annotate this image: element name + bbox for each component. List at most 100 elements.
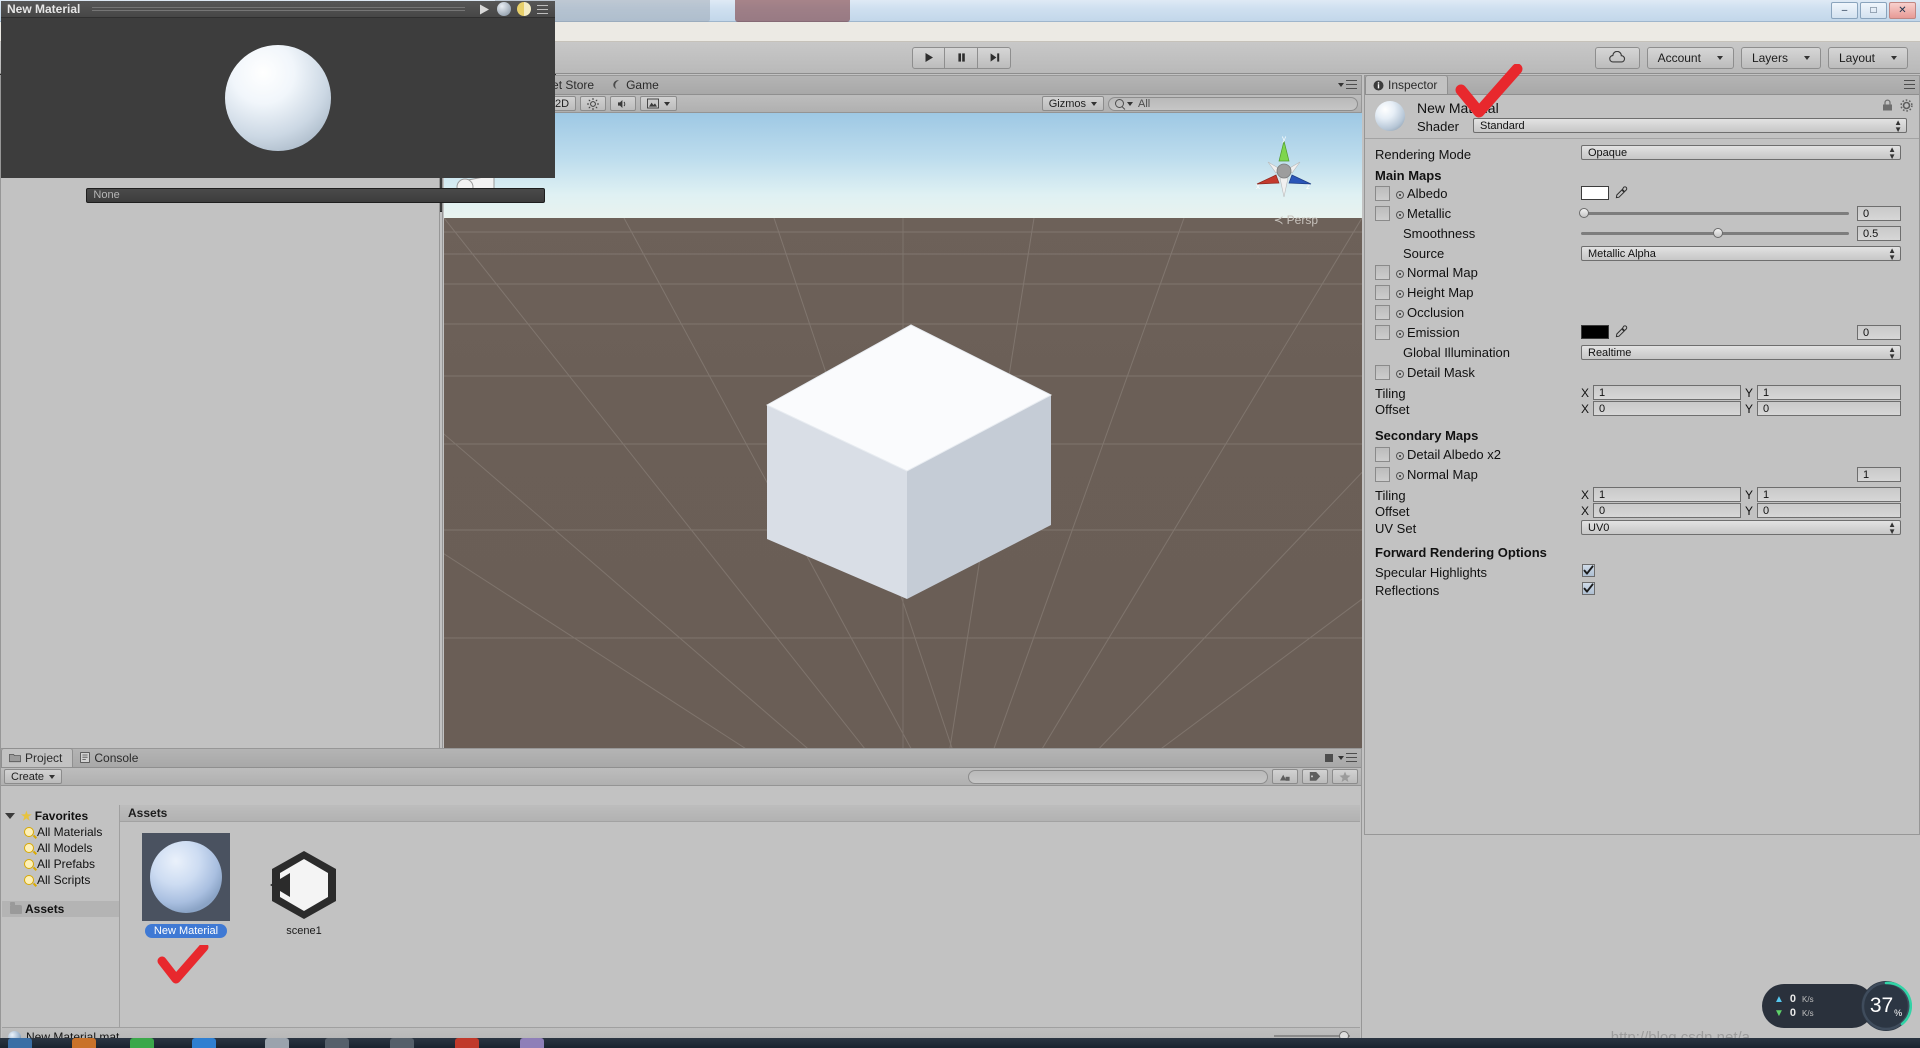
- scene-effects-toggle[interactable]: [640, 96, 678, 111]
- maximize-button[interactable]: □: [1860, 2, 1887, 19]
- assetbundle-dropdown[interactable]: None: [86, 187, 545, 203]
- scene-audio-toggle[interactable]: [610, 96, 637, 111]
- taskbar-item-2[interactable]: [72, 1038, 96, 1048]
- taskbar-item-7[interactable]: [390, 1038, 414, 1048]
- tab-game[interactable]: Game: [604, 75, 669, 94]
- occlusion-texture-slot[interactable]: [1375, 305, 1390, 320]
- minimize-button[interactable]: –: [1831, 2, 1858, 19]
- toggle-dot-icon[interactable]: [1396, 370, 1404, 378]
- uv-set-dropdown[interactable]: UV0 ▲ ▼: [1581, 520, 1901, 535]
- secondary-tiling-y-field[interactable]: 1: [1757, 487, 1901, 502]
- cloud-services-button[interactable]: [1594, 46, 1640, 69]
- project-assets-folder[interactable]: Assets: [2, 901, 119, 917]
- source-dropdown[interactable]: Metallic Alpha ▲ ▼: [1581, 246, 1901, 261]
- tiling-x-field[interactable]: 1: [1593, 385, 1741, 400]
- hamburger-icon[interactable]: [537, 4, 548, 14]
- expand-triangle-icon[interactable]: [5, 813, 15, 819]
- smoothness-slider-knob[interactable]: [1713, 228, 1723, 238]
- normal-map-texture-slot[interactable]: [1375, 265, 1390, 280]
- project-asset-grid[interactable]: Assets New Material scene1: [120, 805, 1360, 1027]
- taskbar-item-6[interactable]: [325, 1038, 349, 1048]
- secondary-offset-x-field[interactable]: 0: [1593, 503, 1741, 518]
- scene-viewport[interactable]: y x z ≺ Persp: [444, 113, 1362, 754]
- project-panel-menu[interactable]: [1325, 753, 1357, 762]
- toggle-dot-icon[interactable]: [1396, 211, 1404, 219]
- secondary-tiling-x-field[interactable]: 1: [1593, 487, 1741, 502]
- metallic-slider-track[interactable]: [1581, 212, 1849, 215]
- specular-highlights-checkbox[interactable]: [1582, 564, 1595, 577]
- emission-value-field[interactable]: 0: [1857, 325, 1901, 340]
- shader-dropdown[interactable]: Standard ▲ ▼: [1473, 118, 1907, 133]
- project-favorite-all-prefabs[interactable]: All Prefabs: [2, 856, 119, 872]
- metallic-slider-knob[interactable]: [1579, 208, 1589, 218]
- taskbar-item-8[interactable]: [455, 1038, 479, 1048]
- project-favorites-root[interactable]: ★ Favorites: [2, 808, 119, 824]
- reflections-checkbox[interactable]: [1582, 582, 1595, 595]
- scene-lighting-toggle[interactable]: [580, 96, 607, 111]
- play-preview-icon[interactable]: [477, 3, 491, 16]
- scene-projection-label[interactable]: ≺ Persp: [1274, 213, 1318, 227]
- account-dropdown[interactable]: Account: [1646, 46, 1734, 69]
- play-button[interactable]: [912, 46, 945, 69]
- maximize-panel-icon[interactable]: [1325, 753, 1333, 762]
- taskbar-item-3[interactable]: [130, 1038, 154, 1048]
- toggle-dot-icon[interactable]: [1396, 191, 1404, 199]
- toggle-dot-icon[interactable]: [1396, 290, 1404, 298]
- emission-texture-slot[interactable]: [1375, 325, 1390, 340]
- offset-y-field[interactable]: 0: [1757, 401, 1901, 416]
- filter-by-label-button[interactable]: [1302, 769, 1328, 784]
- layout-dropdown[interactable]: Layout: [1827, 46, 1908, 69]
- height-map-texture-slot[interactable]: [1375, 285, 1390, 300]
- offset-x-field[interactable]: 0: [1593, 401, 1741, 416]
- toggle-dot-icon[interactable]: [1396, 310, 1404, 318]
- favorites-filter-button[interactable]: [1332, 769, 1358, 784]
- metallic-value-field[interactable]: 0: [1857, 206, 1901, 221]
- gear-icon[interactable]: [1900, 99, 1913, 112]
- step-button[interactable]: [978, 46, 1011, 69]
- detail-mask-texture-slot[interactable]: [1375, 365, 1390, 380]
- detail-albedo-texture-slot[interactable]: [1375, 447, 1390, 462]
- toggle-dot-icon[interactable]: [1396, 452, 1404, 460]
- emission-color-swatch[interactable]: [1581, 325, 1609, 339]
- gizmos-dropdown[interactable]: Gizmos: [1041, 96, 1104, 111]
- taskbar-item-4[interactable]: [192, 1038, 216, 1048]
- project-favorite-all-scripts[interactable]: All Scripts: [2, 872, 119, 888]
- rendering-mode-dropdown[interactable]: Opaque ▲ ▼: [1581, 145, 1901, 160]
- asset-item-new-material[interactable]: New Material: [136, 833, 236, 938]
- eyedropper-icon[interactable]: [1615, 325, 1628, 338]
- global-illumination-dropdown[interactable]: Realtime ▲ ▼: [1581, 345, 1901, 360]
- sphere-preview-icon[interactable]: [497, 2, 511, 16]
- tab-console[interactable]: Console: [73, 748, 148, 767]
- scene-search-input[interactable]: All: [1108, 96, 1358, 111]
- close-button[interactable]: ✕: [1889, 2, 1916, 19]
- albedo-color-swatch[interactable]: [1581, 186, 1609, 200]
- taskbar-item-5[interactable]: [265, 1038, 289, 1048]
- layers-dropdown[interactable]: Layers: [1740, 46, 1821, 69]
- taskbar-item-9[interactable]: [520, 1038, 544, 1048]
- taskbar-item-1[interactable]: [8, 1038, 32, 1048]
- lighting-preview-icon[interactable]: [517, 2, 531, 16]
- material-preview-viewport[interactable]: [1, 18, 555, 178]
- cpu-gauge[interactable]: 37 %: [1860, 980, 1913, 1032]
- project-favorite-all-models[interactable]: All Models: [2, 840, 119, 856]
- secondary-normal-value-field[interactable]: 1: [1857, 467, 1901, 482]
- cube-object[interactable]: [759, 303, 1059, 603]
- asset-item-scene1[interactable]: scene1: [254, 833, 354, 938]
- project-create-button[interactable]: Create: [4, 769, 63, 784]
- toggle-dot-icon[interactable]: [1396, 330, 1404, 338]
- filter-by-type-button[interactable]: [1272, 769, 1298, 784]
- tiling-y-field[interactable]: 1: [1757, 385, 1901, 400]
- tab-project[interactable]: Project: [1, 748, 74, 767]
- network-speed-widget[interactable]: ▲ 0 K/s ▼ 0 K/s 37 %: [1762, 980, 1913, 1032]
- smoothness-value-field[interactable]: 0.5: [1857, 226, 1901, 241]
- eyedropper-icon[interactable]: [1615, 186, 1628, 199]
- pause-button[interactable]: [945, 46, 978, 69]
- lock-icon[interactable]: [1881, 99, 1894, 112]
- toggle-dot-icon[interactable]: [1396, 472, 1404, 480]
- scene-panel-menu[interactable]: [1338, 80, 1357, 89]
- secondary-normal-texture-slot[interactable]: [1375, 467, 1390, 482]
- project-favorite-all-materials[interactable]: All Materials: [2, 824, 119, 840]
- metallic-texture-slot[interactable]: [1375, 206, 1390, 221]
- toggle-dot-icon[interactable]: [1396, 270, 1404, 278]
- scene-axis-gizmo[interactable]: y x z: [1248, 134, 1320, 207]
